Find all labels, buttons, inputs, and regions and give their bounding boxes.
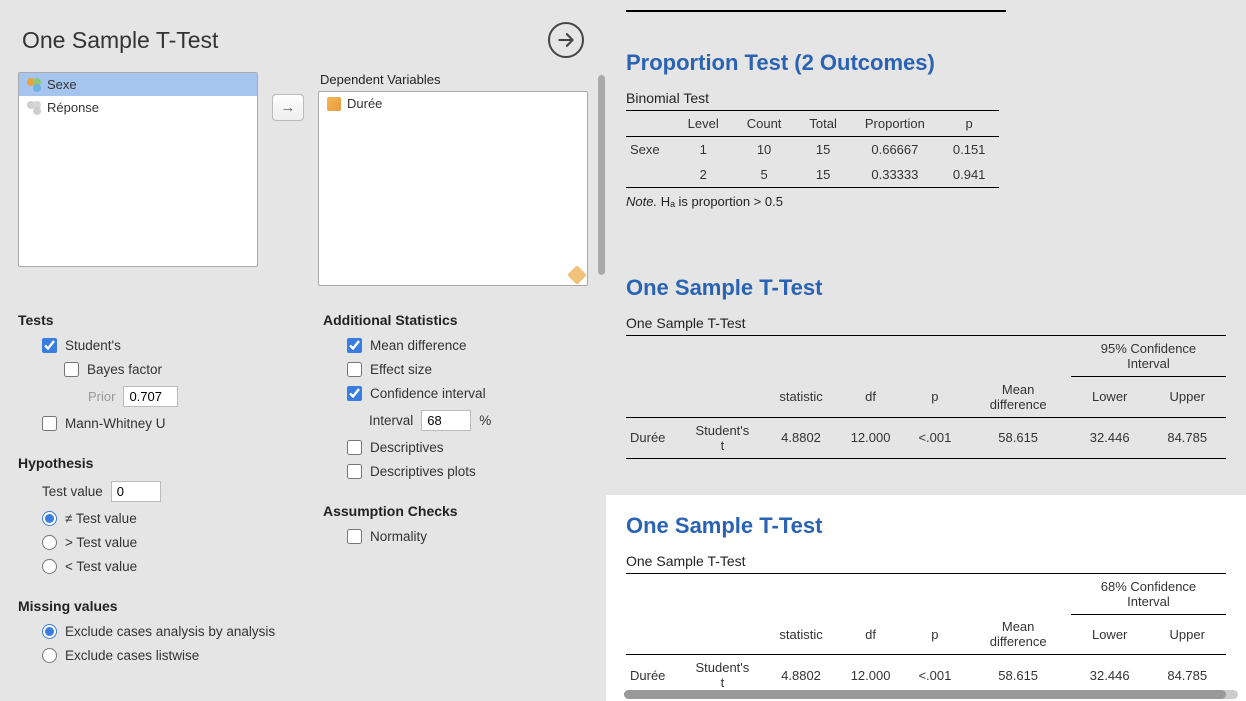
missing-listwise-radio[interactable] [42, 648, 57, 663]
arrow-right-icon [556, 30, 576, 50]
ttest-95-section: One Sample T-Test One Sample T-Test 95% … [626, 257, 1226, 477]
scale-icon [327, 97, 341, 111]
prior-input[interactable] [123, 386, 178, 407]
result-subtitle: Binomial Test [626, 84, 1226, 110]
move-right-button[interactable]: → [272, 94, 304, 121]
table-row: Sexe 1 10 15 0.66667 0.151 [626, 137, 999, 163]
hypothesis-title: Hypothesis [18, 455, 283, 471]
percent-label: % [479, 413, 491, 428]
table-row: Durée Student's t 4.8802 12.000 <.001 58… [626, 417, 1226, 458]
ttest-table: 68% Confidence Interval statistic df p M… [626, 573, 1226, 697]
tests-title: Tests [18, 312, 283, 328]
students-checkbox[interactable] [42, 338, 57, 353]
page-title: One Sample T-Test [22, 27, 218, 54]
table-row: 2 5 15 0.33333 0.941 [626, 162, 999, 188]
bayes-label: Bayes factor [87, 362, 162, 377]
ttest-table: 95% Confidence Interval statistic df p M… [626, 335, 1226, 459]
students-label: Student's [65, 338, 121, 353]
normality-label: Normality [370, 529, 427, 544]
dependent-label: Dependent Variables [320, 72, 588, 87]
scrollbar-horizontal[interactable] [624, 690, 1238, 699]
bayes-checkbox[interactable] [64, 362, 79, 377]
effect-size-label: Effect size [370, 362, 432, 377]
note-text: Note. Hₐ is proportion > 0.5 [626, 188, 1226, 209]
list-item[interactable]: Sexe [19, 73, 257, 96]
result-heading: One Sample T-Test [626, 495, 1226, 547]
variable-name: Réponse [47, 100, 99, 115]
hypothesis-lt-label: < Test value [65, 559, 137, 574]
normality-checkbox[interactable] [347, 529, 362, 544]
divider [626, 10, 1006, 12]
dependent-variables-list[interactable]: Durée [318, 91, 588, 286]
missing-listwise-label: Exclude cases listwise [65, 648, 199, 663]
test-value-label: Test value [42, 484, 103, 499]
scale-drop-icon [567, 265, 587, 285]
ci-label: Confidence interval [370, 386, 486, 401]
prior-label: Prior [88, 389, 115, 404]
nominal-icon [27, 78, 41, 92]
scrollbar-vertical[interactable] [598, 75, 605, 275]
variable-name: Durée [347, 96, 382, 111]
available-variables-list[interactable]: Sexe Réponse [18, 72, 258, 267]
run-button[interactable] [548, 22, 584, 58]
result-subtitle: One Sample T-Test [626, 547, 1226, 573]
mean-diff-label: Mean difference [370, 338, 467, 353]
hypothesis-neq-radio[interactable] [42, 511, 57, 526]
mann-whitney-checkbox[interactable] [42, 416, 57, 431]
effect-size-checkbox[interactable] [347, 362, 362, 377]
test-value-input[interactable] [111, 481, 161, 502]
descriptives-checkbox[interactable] [347, 440, 362, 455]
ttest-68-section: One Sample T-Test One Sample T-Test 68% … [606, 495, 1246, 701]
descr-plots-checkbox[interactable] [347, 464, 362, 479]
mean-diff-checkbox[interactable] [347, 338, 362, 353]
interval-input[interactable] [421, 410, 471, 431]
nominal-gray-icon [27, 101, 41, 115]
missing-title: Missing values [18, 598, 283, 614]
list-item[interactable]: Réponse [19, 96, 257, 119]
assumption-title: Assumption Checks [323, 503, 588, 519]
arrow-right-icon: → [281, 99, 296, 116]
hypothesis-lt-radio[interactable] [42, 559, 57, 574]
result-heading: One Sample T-Test [626, 257, 1226, 309]
hypothesis-neq-label: ≠ Test value [65, 511, 137, 526]
addstats-title: Additional Statistics [323, 312, 588, 328]
list-item[interactable]: Durée [319, 92, 587, 115]
hypothesis-gt-label: > Test value [65, 535, 137, 550]
binomial-table: Level Count Total Proportion p Sexe 1 10… [626, 110, 999, 188]
descriptives-label: Descriptives [370, 440, 444, 455]
missing-analysis-radio[interactable] [42, 624, 57, 639]
variable-name: Sexe [47, 77, 77, 92]
proportion-test-section: Proportion Test (2 Outcomes) Binomial Te… [626, 32, 1226, 227]
descr-plots-label: Descriptives plots [370, 464, 476, 479]
mann-whitney-label: Mann-Whitney U [65, 416, 166, 431]
missing-analysis-label: Exclude cases analysis by analysis [65, 624, 275, 639]
hypothesis-gt-radio[interactable] [42, 535, 57, 550]
interval-label: Interval [369, 413, 413, 428]
result-heading: Proportion Test (2 Outcomes) [626, 32, 1226, 84]
result-subtitle: One Sample T-Test [626, 309, 1226, 335]
ci-checkbox[interactable] [347, 386, 362, 401]
